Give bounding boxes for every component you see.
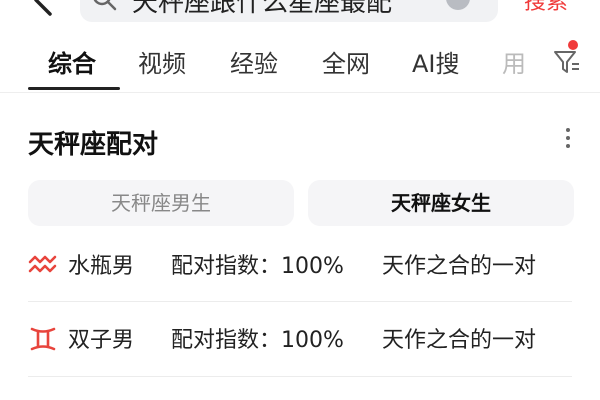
back-button[interactable] xyxy=(26,0,62,18)
match-index: 配对指数：100% xyxy=(171,254,344,279)
segment-libra-female[interactable]: 天秤座女生 xyxy=(308,180,574,226)
match-sign-name: 双子男 xyxy=(68,328,135,353)
aquarius-icon xyxy=(28,250,58,280)
filter-button[interactable] xyxy=(552,44,582,78)
match-description: 天作之合的一对 xyxy=(382,254,537,279)
tab-video[interactable]: 视频 xyxy=(138,44,186,79)
search-input[interactable]: 天秤座跟什么星座最配 xyxy=(80,0,498,22)
result-tabs: 综合 视频 经验 全网 AI搜 用 xyxy=(0,38,600,92)
match-index: 配对指数：100% xyxy=(171,328,344,353)
top-search-bar: 天秤座跟什么星座最配 搜索 xyxy=(0,0,600,22)
tab-web[interactable]: 全网 xyxy=(322,44,370,79)
notification-dot xyxy=(568,40,578,50)
segment-libra-male[interactable]: 天秤座男生 xyxy=(28,180,294,226)
match-sign-name: 水瓶男 xyxy=(68,254,135,279)
tab-ai-search[interactable]: AI搜 xyxy=(412,44,460,79)
more-dot-icon xyxy=(566,128,570,132)
gemini-icon xyxy=(28,324,58,354)
match-row[interactable]: 双子男 配对指数：100% 天作之合的一对 xyxy=(28,302,572,376)
match-row[interactable]: 水瓶男 配对指数：100% 天作之合的一对 xyxy=(28,228,572,302)
tab-more-partial[interactable]: 用 xyxy=(502,44,526,79)
more-options-button[interactable] xyxy=(558,124,578,156)
card-title: 天秤座配对 xyxy=(28,130,159,160)
more-dot-icon xyxy=(566,144,570,148)
filter-icon xyxy=(554,51,579,73)
clear-icon[interactable] xyxy=(446,0,470,10)
match-description: 天作之合的一对 xyxy=(382,328,537,353)
active-tab-indicator xyxy=(28,87,120,90)
chevron-left-icon xyxy=(34,0,52,16)
tab-experience[interactable]: 经验 xyxy=(230,44,278,79)
tabs-divider xyxy=(0,92,600,93)
more-dot-icon xyxy=(566,136,570,140)
search-query-text: 天秤座跟什么星座最配 xyxy=(132,0,393,18)
search-icon xyxy=(90,0,118,12)
row-divider xyxy=(28,376,572,377)
search-button[interactable]: 搜索 xyxy=(524,0,568,16)
tab-comprehensive[interactable]: 综合 xyxy=(48,44,96,79)
